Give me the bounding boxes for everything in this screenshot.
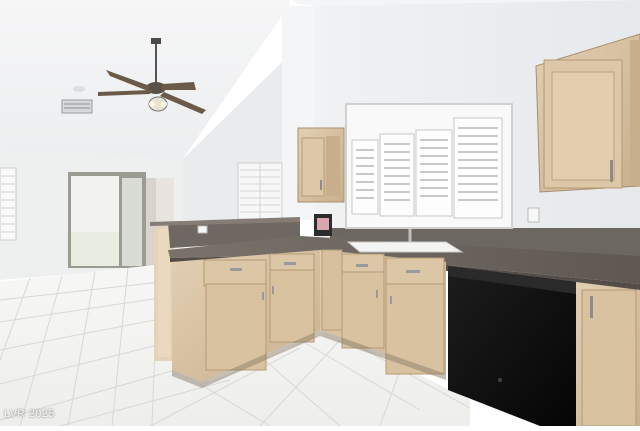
wall-outlet xyxy=(197,225,208,234)
kitchen-photo xyxy=(0,0,640,427)
wall-outlet xyxy=(527,207,540,223)
air-vent xyxy=(61,99,93,114)
upper-window-shutters xyxy=(237,162,283,220)
kitchen-window-shutters xyxy=(345,103,513,229)
coffee-maker xyxy=(314,214,332,236)
watermark-text: LVR 2025 xyxy=(4,408,55,420)
upper-cabinet-left xyxy=(297,127,345,203)
recessed-light xyxy=(73,86,85,92)
left-window-shutters xyxy=(0,167,17,241)
